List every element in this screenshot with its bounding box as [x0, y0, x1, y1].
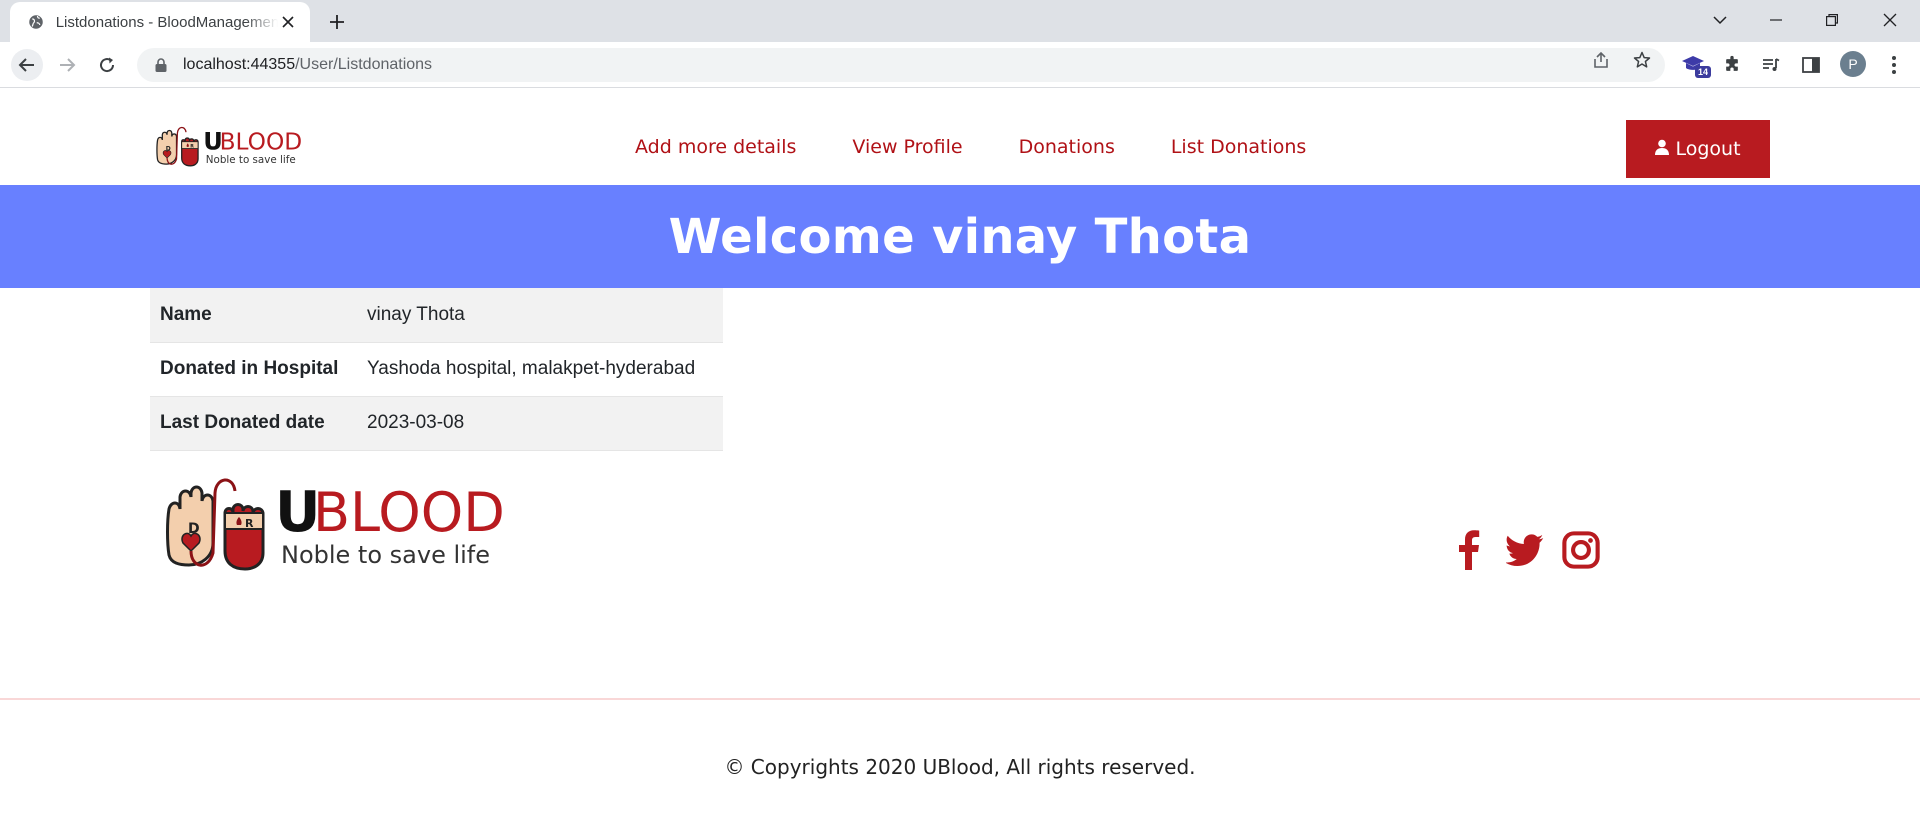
social-links — [1450, 528, 1600, 572]
row-value: 2023-03-08 — [357, 396, 723, 451]
browser-tab[interactable]: Listdonations - BloodManagement — [10, 2, 310, 42]
facebook-icon[interactable] — [1450, 528, 1488, 572]
url-text: localhost:44355/User/Listdonations — [183, 56, 433, 73]
instagram-icon[interactable] — [1562, 528, 1600, 572]
footer-divider — [0, 698, 1920, 700]
address-bar[interactable]: localhost:44355/User/Listdonations — [137, 48, 1665, 82]
back-arrow-icon[interactable] — [11, 49, 43, 81]
profile-avatar[interactable]: P — [1840, 51, 1866, 77]
nav-list-donations[interactable]: List Donations — [1171, 136, 1307, 158]
row-label: Last Donated date — [150, 396, 357, 451]
window-close-icon[interactable] — [1876, 8, 1904, 32]
twitter-icon[interactable] — [1506, 528, 1544, 572]
close-icon[interactable] — [278, 12, 298, 32]
welcome-banner: Welcome vinay Thota — [0, 185, 1920, 288]
svg-text:Noble to save life: Noble to save life — [281, 541, 490, 569]
new-tab-plus-icon[interactable] — [325, 10, 349, 34]
row-value: vinay Thota — [357, 288, 723, 343]
logout-label: Logout — [1675, 138, 1741, 160]
restore-icon[interactable] — [1818, 8, 1846, 32]
tab-title: Listdonations - BloodManagement — [55, 13, 279, 31]
graduation-cap-extension-icon[interactable]: 14 — [1681, 53, 1712, 78]
row-value: Yashoda hospital, malakpet-hyderabad — [357, 342, 723, 397]
svg-text:BLOOD: BLOOD — [313, 481, 505, 544]
nav-view-profile[interactable]: View Profile — [852, 136, 962, 158]
minimize-icon[interactable] — [1762, 8, 1790, 32]
nav-donations[interactable]: Donations — [1019, 136, 1115, 158]
row-label: Name — [150, 288, 357, 343]
table-row: Name vinay Thota — [150, 288, 723, 343]
hand-letter-d: D — [188, 521, 200, 537]
forward-arrow-icon[interactable] — [51, 49, 83, 81]
user-icon — [1655, 138, 1670, 160]
table-row: Last Donated date 2023-03-08 — [150, 396, 723, 451]
hand-letter-r: R — [245, 517, 254, 530]
puzzle-extensions-icon[interactable] — [1720, 53, 1744, 77]
hand-letter-r: R — [190, 144, 194, 150]
reload-icon[interactable] — [91, 49, 123, 81]
svg-text:Noble to save life: Noble to save life — [206, 154, 296, 166]
share-icon[interactable] — [1591, 50, 1611, 70]
extension-badge: 14 — [1695, 66, 1712, 78]
lock-icon[interactable] — [153, 57, 169, 73]
footer-ublood-logo: D R U BLOOD Noble to save life — [163, 473, 523, 573]
side-panel-icon[interactable] — [1799, 53, 1823, 77]
nav-add-more-details[interactable]: Add more details — [635, 136, 796, 158]
site-header: D R U BLOOD Noble to save life Add more … — [0, 88, 1920, 185]
hand-letter-d: D — [166, 145, 171, 152]
donation-details-table: Name vinay Thota Donated in Hospital Yas… — [150, 288, 723, 451]
row-label: Donated in Hospital — [150, 342, 357, 397]
browser-toolbar: localhost:44355/User/Listdonations 14 P — [0, 42, 1920, 88]
logout-button[interactable]: Logout — [1626, 120, 1770, 178]
browser-tab-strip: Listdonations - BloodManagement — [0, 0, 1920, 42]
ublood-logo[interactable]: D R U BLOOD Noble to save life — [155, 124, 310, 168]
media-queue-icon[interactable] — [1759, 53, 1783, 77]
copyright-text: © Copyrights 2020 UBlood, All rights res… — [724, 755, 1196, 779]
table-row: Donated in Hospital Yashoda hospital, ma… — [150, 342, 723, 397]
svg-text:BLOOD: BLOOD — [220, 128, 303, 155]
kebab-menu-icon[interactable] — [1882, 53, 1906, 77]
welcome-heading: Welcome vinay Thota — [668, 208, 1252, 265]
globe-icon — [26, 12, 46, 32]
bookmark-star-icon[interactable] — [1632, 50, 1652, 70]
main-nav: Add more details View Profile Donations … — [635, 136, 1306, 158]
tab-search-chevron-icon[interactable] — [1706, 8, 1734, 32]
